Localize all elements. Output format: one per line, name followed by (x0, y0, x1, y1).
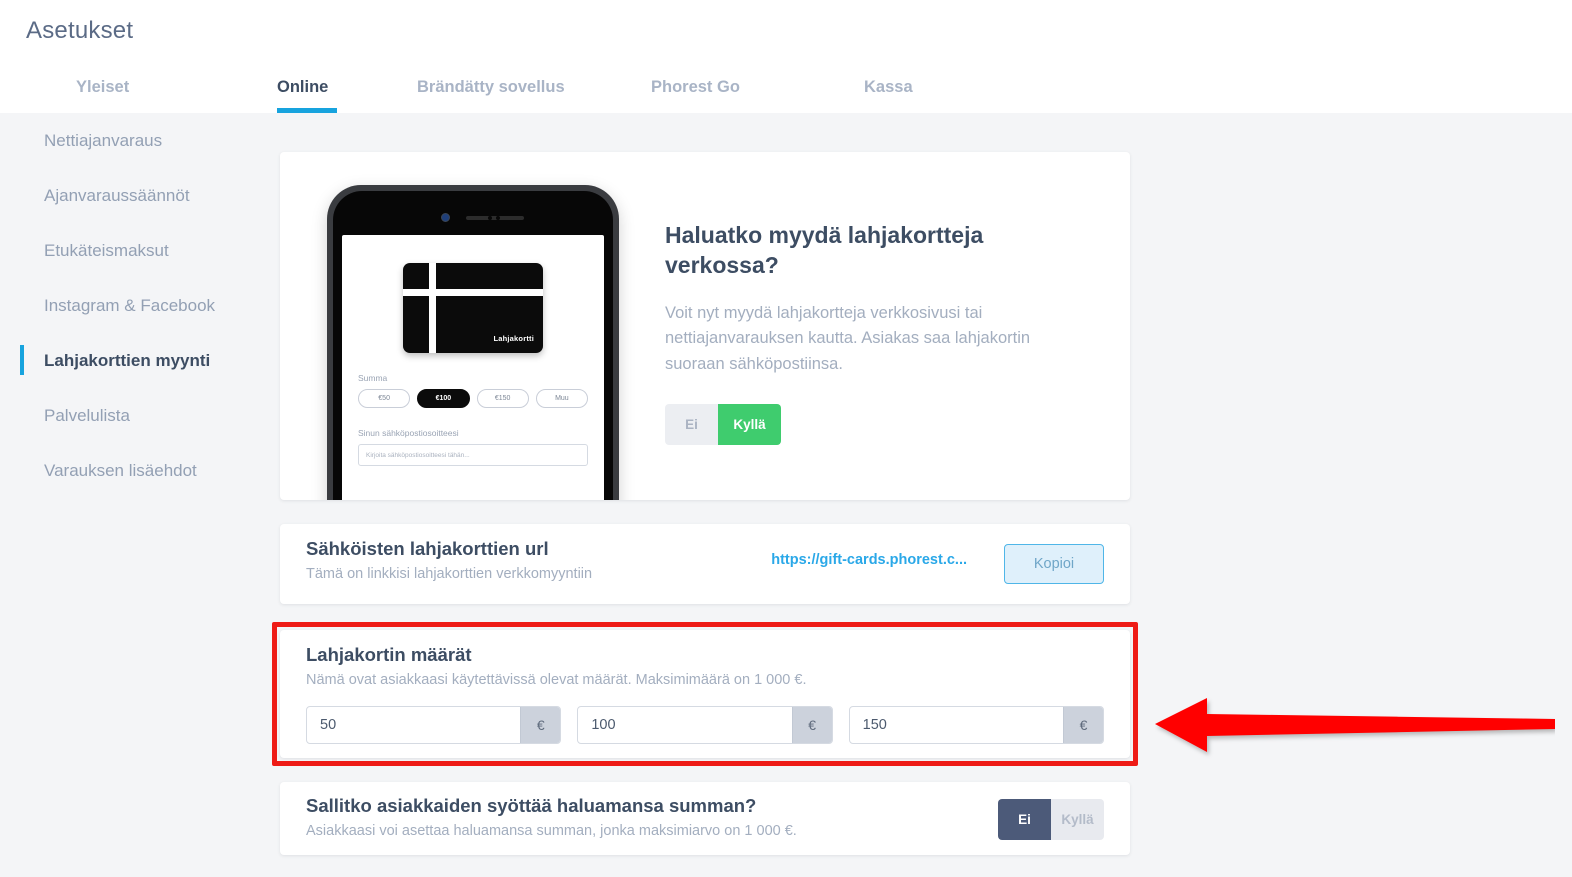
amount-input-value[interactable]: 50 (307, 707, 520, 743)
page-title: Asetukset (26, 17, 134, 44)
tab-phorest-go[interactable]: Phorest Go (651, 66, 747, 113)
phone-amount-chip-1[interactable]: €100 (417, 389, 470, 408)
gift-ribbon-vertical (429, 263, 436, 353)
top-band: Asetukset Yleiset Online Brändätty sovellu… (0, 0, 1572, 113)
sidebar-item-label: Ajanvaraussäännöt (44, 185, 190, 205)
phone-mockup: Lahjakortti Summa €50 €100 €150 Muu Sinun s… (327, 185, 619, 500)
tab-label: Brändätty sovellus (417, 78, 565, 96)
hero-title: Haluatko myydä lahjakortteja verkossa? (665, 222, 984, 279)
sidebar-item-0[interactable]: Nettiajanvaraus (0, 113, 280, 168)
custom-amount-toggle[interactable]: Ei Kyllä (998, 799, 1104, 840)
sidebar-item-label: Palvelulista (44, 405, 130, 425)
phone-amount-chip-2[interactable]: €150 (476, 389, 529, 408)
gift-card-graphic-label: Lahjakortti (493, 334, 534, 343)
amounts-card-subtitle: Nämä ovat asiakkaasi käytettävissä oleva… (306, 672, 807, 688)
hero-text-column: Haluatko myydä lahjakortteja verkossa? V… (665, 220, 1085, 445)
gift-card-hero-card: Lahjakortti Summa €50 €100 €150 Muu Sinun s… (280, 152, 1130, 500)
red-annotation-arrow (1155, 698, 1555, 752)
tab-kassa[interactable]: Kassa (864, 66, 918, 113)
tab-yleiset[interactable]: Yleiset (76, 66, 164, 113)
sidebar-item-2[interactable]: Etukäteismaksut (0, 223, 280, 278)
custom-toggle-option-yes[interactable]: Kyllä (1051, 799, 1104, 840)
phone-email-label: Sinun sähköpostiosoitteesi (358, 428, 459, 438)
amount-input-0[interactable]: 50 € (306, 706, 562, 744)
sidebar-item-4[interactable]: Lahjakorttien myynti (0, 333, 280, 388)
phone-amount-chips: €50 €100 €150 Muu (358, 389, 588, 408)
sidebar: Nettiajanvaraus Ajanvaraussäännöt Etukätei… (0, 113, 280, 498)
amounts-card-title: Lahjakortin määrät (306, 644, 472, 665)
phone-camera-icon (441, 213, 450, 222)
gift-card-graphic: Lahjakortti (403, 263, 543, 353)
amount-input-2[interactable]: 150 € (848, 706, 1104, 744)
currency-suffix-icon: € (520, 707, 561, 743)
sidebar-item-1[interactable]: Ajanvaraussäännöt (0, 168, 280, 223)
sidebar-item-label: Varauksen lisäehdot (44, 460, 197, 480)
sidebar-item-label: Etukäteismaksut (44, 240, 169, 260)
tab-label: Yleiset (76, 78, 130, 96)
phone-amount-label: Summa (358, 373, 388, 383)
phone-bezel: Lahjakortti Summa €50 €100 €150 Muu Sinun s… (333, 191, 613, 500)
currency-suffix-icon: € (791, 707, 832, 743)
sidebar-item-label: Lahjakorttien myynti (44, 350, 211, 370)
toggle-option-yes[interactable]: Kyllä (718, 403, 781, 445)
tab-label: Kassa (864, 78, 913, 96)
custom-toggle-option-no[interactable]: Ei (998, 799, 1051, 840)
tab-label: Phorest Go (651, 78, 740, 96)
sidebar-item-5[interactable]: Palvelulista (0, 388, 280, 443)
sidebar-item-6[interactable]: Varauksen lisäehdot (0, 443, 280, 498)
amount-input-value[interactable]: 150 (850, 707, 1063, 743)
custom-card-subtitle: Asiakkaasi voi asettaa haluamansa summan… (306, 823, 797, 839)
hero-description: Voit nyt myydä lahjakortteja verkkosivus… (665, 303, 1031, 374)
sidebar-item-3[interactable]: Instagram & Facebook (0, 278, 280, 333)
url-card-subtitle: Tämä on linkkisi lahjakorttien verkkomyy… (306, 566, 593, 582)
toggle-option-no[interactable]: Ei (665, 403, 718, 445)
phone-amount-chip-3[interactable]: Muu (535, 389, 588, 408)
tab-bar: Yleiset Online Brändätty sovellus Phorest G… (0, 66, 1572, 113)
amounts-card-inner: Lahjakortin määrät Nämä ovat asiakkaasi … (306, 644, 1104, 744)
url-card-text: Sähköisten lahjakorttien url Tämä on lin… (306, 538, 592, 582)
phone-amount-chip-0[interactable]: €50 (358, 389, 411, 408)
gift-card-url-card: Sähköisten lahjakorttien url Tämä on lin… (280, 524, 1130, 604)
copy-url-button[interactable]: Kopioi (1004, 544, 1104, 584)
url-card-title: Sähköisten lahjakorttien url (306, 538, 549, 559)
custom-card-title: Sallitko asiakkaiden syöttää haluamansa … (306, 795, 757, 816)
amount-input-1[interactable]: 100 € (577, 706, 833, 744)
tab-online[interactable]: Online (277, 66, 337, 113)
sidebar-item-label: Nettiajanvaraus (44, 130, 163, 150)
phone-email-input[interactable]: Kirjoita sähköpostiosoitteesi tähän... (358, 444, 588, 466)
custom-amount-card: Sallitko asiakkaiden syöttää haluamansa … (280, 782, 1130, 855)
tab-active-underline (277, 108, 337, 113)
sidebar-item-label: Instagram & Facebook (44, 295, 216, 315)
phone-speaker-icon (466, 216, 524, 220)
amount-input-value[interactable]: 100 (578, 707, 791, 743)
gift-card-url-value[interactable]: https://gift-cards.phorest.c... (771, 552, 967, 568)
tab-br-nd-tty-sovellus[interactable]: Brändätty sovellus (417, 66, 591, 113)
tab-label: Online (277, 78, 329, 96)
custom-card-text: Sallitko asiakkaiden syöttää haluamansa … (306, 795, 797, 839)
gift-card-amounts-card: Lahjakortin määrät Nämä ovat asiakkaasi … (280, 630, 1130, 758)
settings-page: Asetukset Yleiset Online Brändätty sovellu… (0, 0, 1572, 877)
currency-suffix-icon: € (1062, 707, 1103, 743)
gift-ribbon-horizontal (403, 289, 543, 296)
sell-gift-cards-toggle[interactable]: Ei Kyllä (665, 403, 781, 445)
sidebar-active-indicator (20, 345, 24, 375)
amount-fields-row: 50 €100 €150 € (306, 706, 1104, 744)
phone-screen: Lahjakortti Summa €50 €100 €150 Muu Sinun s… (342, 235, 604, 500)
